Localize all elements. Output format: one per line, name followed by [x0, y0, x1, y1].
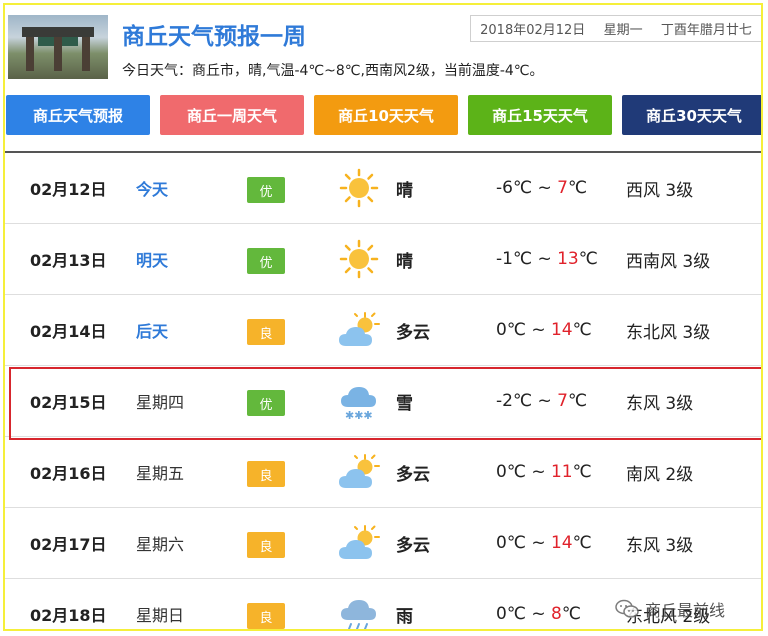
row-date: 02月14日 [30, 322, 107, 341]
tab-forecast[interactable]: 商丘天气预报 [6, 95, 150, 135]
temp-sep: ~ [532, 249, 558, 269]
temp-low: -1℃ [496, 249, 533, 269]
row-date: 02月18日 [30, 606, 107, 625]
row-wind: 西风 3级 [626, 180, 694, 201]
row-weather: 多云 [396, 464, 430, 485]
header: 商丘天气预报一周 2018年02月12日 星期一 丁酉年腊月廿七 今日天气：商丘… [5, 5, 761, 85]
table-row: 02月17日 星期六 良 多云 0℃ ~ 14 ℃ 东风 3级 [5, 508, 761, 579]
temp-sep: ~ [525, 320, 551, 340]
temp-high: 7 [557, 178, 568, 198]
row-temp: 0℃ ~ 8 ℃ [496, 579, 581, 629]
page-frame: 商丘天气预报一周 2018年02月12日 星期一 丁酉年腊月廿七 今日天气：商丘… [3, 3, 763, 631]
tab-15day[interactable]: 商丘15天天气 [468, 95, 612, 135]
temp-sep: ~ [525, 462, 551, 482]
partly-cloudy-icon [337, 452, 381, 492]
row-wind: 东风 3级 [626, 535, 694, 556]
table-row: 02月13日 明天 优 晴 -1℃ ~ 13 ℃ 西南风 3级 [5, 224, 761, 295]
row-day: 星期五 [136, 464, 185, 483]
watermark-text: 商丘最前线 [645, 601, 726, 620]
row-day: 明天 [136, 251, 169, 270]
aqi-badge: 良 [247, 532, 285, 558]
page-title: 商丘天气预报一周 [122, 24, 306, 50]
temp-unit: ℃ [578, 249, 598, 269]
temp-high: 14 [550, 320, 573, 340]
forecast-tabs: 商丘天气预报 商丘一周天气 商丘10天天气 商丘15天天气 商丘30天天气 [5, 95, 761, 135]
row-day: 星期六 [136, 535, 185, 554]
row-temp: 0℃ ~ 14 ℃ [496, 295, 592, 365]
temp-high: 11 [550, 462, 573, 482]
row-temp: -1℃ ~ 13 ℃ [496, 224, 598, 294]
gate-roof [22, 27, 94, 37]
tab-10day[interactable]: 商丘10天天气 [314, 95, 458, 135]
rain-icon [337, 594, 381, 629]
row-day: 后天 [136, 322, 169, 341]
temp-low: 0℃ [496, 320, 526, 340]
date-box: 2018年02月12日 星期一 丁酉年腊月廿七 [470, 15, 761, 42]
temp-sep: ~ [532, 178, 558, 198]
city-gate-image [8, 15, 108, 79]
row-date: 02月13日 [30, 251, 107, 270]
sun-icon [337, 168, 381, 208]
temp-unit: ℃ [572, 462, 592, 482]
sun-icon [337, 239, 381, 279]
row-wind: 南风 2级 [626, 464, 694, 485]
temp-low: 0℃ [496, 462, 526, 482]
gate-pillar [54, 37, 62, 71]
temp-unit: ℃ [572, 320, 592, 340]
row-temp: -6℃ ~ 7 ℃ [496, 153, 587, 223]
gate-pillar [26, 37, 34, 71]
aqi-badge: 良 [247, 319, 285, 345]
aqi-badge: 优 [247, 177, 285, 203]
temp-high: 13 [557, 249, 579, 269]
temp-sep: ~ [525, 533, 551, 553]
row-date: 02月12日 [30, 180, 107, 199]
table-row: 02月14日 后天 良 多云 0℃ ~ 14 ℃ 东北风 3级 [5, 295, 761, 366]
wechat-icon [615, 599, 639, 618]
temp-sep: ~ [525, 604, 551, 624]
row-temp: 0℃ ~ 11 ℃ [496, 437, 592, 507]
row-weather: 晴 [396, 180, 413, 201]
row-weather: 晴 [396, 251, 413, 272]
partly-cloudy-icon [337, 523, 381, 563]
row-weather: 多云 [396, 322, 430, 343]
aqi-badge: 良 [247, 461, 285, 487]
temp-unit: ℃ [567, 178, 588, 198]
current-weekday: 星期一 [603, 23, 643, 38]
tab-week[interactable]: 商丘一周天气 [160, 95, 304, 135]
row-day: 今天 [136, 180, 169, 199]
row-date: 02月16日 [30, 464, 107, 483]
row-date: 02月17日 [30, 535, 107, 554]
today-summary: 今日天气：商丘市，晴,气温-4℃~8℃,西南风2级，当前温度-4℃。 [122, 63, 544, 79]
watermark: 商丘最前线 [615, 597, 725, 621]
gate-pillar [82, 37, 90, 71]
row-wind: 西南风 3级 [626, 251, 711, 272]
partly-cloudy-icon [337, 310, 381, 350]
temp-unit: ℃ [561, 604, 581, 624]
aqi-badge: 良 [247, 603, 285, 629]
table-row: 02月16日 星期五 良 多云 0℃ ~ 11 ℃ 南风 2级 [5, 437, 761, 508]
temp-unit: ℃ [572, 533, 592, 553]
tab-30day[interactable]: 商丘30天天气 [622, 95, 761, 135]
aqi-badge: 优 [247, 248, 285, 274]
highlight-box [9, 367, 761, 440]
temp-high: 14 [550, 533, 573, 553]
row-wind: 东北风 3级 [626, 322, 711, 343]
temp-high: 8 [550, 604, 562, 624]
temp-low: 0℃ [496, 604, 526, 624]
temp-low: -6℃ [496, 178, 533, 198]
temp-low: 0℃ [496, 533, 526, 553]
row-weather: 雨 [396, 606, 413, 627]
row-day: 星期日 [136, 606, 185, 625]
row-weather: 多云 [396, 535, 430, 556]
current-date: 2018年02月12日 [480, 23, 586, 38]
row-temp: 0℃ ~ 14 ℃ [496, 508, 592, 578]
lunar-date: 丁酉年腊月廿七 [660, 23, 752, 38]
table-row: 02月12日 今天 优 晴 -6℃ ~ 7 ℃ 西风 3级 [5, 153, 761, 224]
